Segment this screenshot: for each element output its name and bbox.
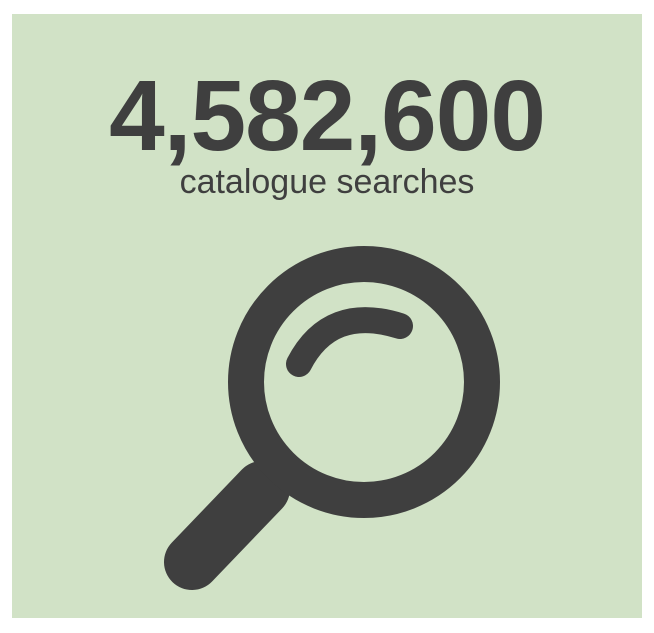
magnifier-handle bbox=[164, 461, 290, 590]
magnifying-glass-icon bbox=[164, 246, 500, 590]
magnifier-lens bbox=[228, 246, 500, 518]
stat-card: 4,582,600 catalogue searches bbox=[12, 14, 642, 618]
